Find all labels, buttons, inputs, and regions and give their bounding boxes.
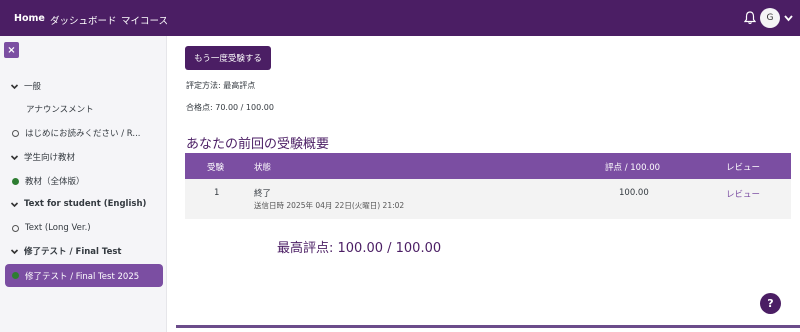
attempts-table-header: 受験 状態 評点 / 100.00 レビュー — [185, 153, 791, 179]
nav-home-link[interactable]: Home — [14, 13, 45, 24]
sidebar-item-label: 一般 — [24, 82, 42, 92]
help-button[interactable]: ? — [760, 293, 781, 314]
question-mark-icon: ? — [767, 297, 774, 310]
column-header-attempt: 受験 — [207, 163, 225, 173]
attempt-grade: 100.00 — [619, 188, 649, 198]
nav-dashboard-link[interactable]: ダッシュボード — [50, 13, 117, 27]
sidebar-section-text-english[interactable]: Text for student (English) — [0, 197, 167, 211]
user-avatar[interactable]: G — [760, 8, 780, 28]
sidebar-item-label: 学生向け教材 — [24, 153, 76, 163]
nav-my-courses-link[interactable]: マイコース — [121, 13, 168, 27]
column-header-grade: 評点 / 100.00 — [605, 163, 661, 173]
user-menu-chevron-down-icon[interactable] — [784, 14, 793, 22]
sidebar-item-read-first[interactable]: はじめにお読みください / R... — [0, 126, 167, 140]
close-icon: × — [7, 44, 16, 56]
sidebar-section-general[interactable]: 一般 — [0, 79, 167, 93]
passing-grade-text: 合格点: 70.00 / 100.00 — [186, 103, 274, 112]
sidebar-item-announcements[interactable]: アナウンスメント — [0, 102, 167, 116]
notification-bell-icon[interactable] — [744, 11, 756, 25]
sidebar-item-label: アナウンスメント — [26, 105, 94, 115]
sidebar-section-final-test[interactable]: 修了テスト / Final Test — [0, 244, 167, 258]
attempt-submitted-time: 送信日時 2025年 04月 22日(火曜日) 21:02 — [254, 201, 405, 210]
review-link[interactable]: レビュー — [726, 188, 760, 200]
sidebar-section-student-materials[interactable]: 学生向け教材 — [0, 150, 167, 164]
sidebar-item-text-long[interactable]: Text (Long Ver.) — [0, 221, 167, 235]
sidebar-item-label: はじめにお読みください / R... — [25, 129, 141, 139]
course-index-sidebar: × 一般 アナウンスメント はじめにお読みください / R... 学生向け教材 … — [0, 36, 167, 332]
close-sidebar-button[interactable]: × — [4, 42, 19, 58]
table-row: 1 終了 送信日時 2025年 04月 22日(火曜日) 21:02 100.0… — [185, 179, 791, 219]
sidebar-item-final-test-2025[interactable]: 修了テスト / Final Test 2025 — [5, 264, 163, 287]
chevron-down-icon — [10, 201, 19, 207]
sidebar-item-label: 教材（全体版） — [25, 177, 85, 187]
incomplete-status-icon — [12, 129, 19, 137]
attempt-state: 終了 — [254, 189, 272, 199]
avatar-initial: G — [766, 13, 774, 23]
complete-status-icon — [12, 272, 19, 279]
grading-method-text: 評定方法: 最高評点 — [186, 81, 256, 90]
sidebar-item-label: 修了テスト / Final Test 2025 — [25, 271, 140, 282]
retake-quiz-button[interactable]: もう一度受験する — [185, 46, 271, 70]
column-header-state: 状態 — [254, 163, 272, 173]
chevron-down-icon — [10, 154, 19, 160]
highest-grade-text: 最高評点: 100.00 / 100.00 — [277, 241, 442, 256]
footer-divider — [176, 325, 800, 328]
chevron-down-icon — [10, 83, 19, 89]
attempt-summary-heading: あなたの前回の受験概要 — [186, 137, 330, 152]
sidebar-item-label: Text for student (English) — [24, 199, 147, 209]
column-header-review: レビュー — [726, 163, 761, 173]
sidebar-item-label: Text (Long Ver.) — [25, 223, 91, 233]
attempt-number: 1 — [214, 188, 220, 198]
sidebar-item-label: 修了テスト / Final Test — [24, 247, 122, 257]
chevron-down-icon — [10, 248, 19, 254]
complete-status-icon — [12, 177, 19, 185]
top-navbar: Home ダッシュボード マイコース G — [0, 0, 800, 36]
sidebar-item-materials-full[interactable]: 教材（全体版） — [0, 174, 167, 188]
incomplete-status-icon — [12, 224, 19, 232]
